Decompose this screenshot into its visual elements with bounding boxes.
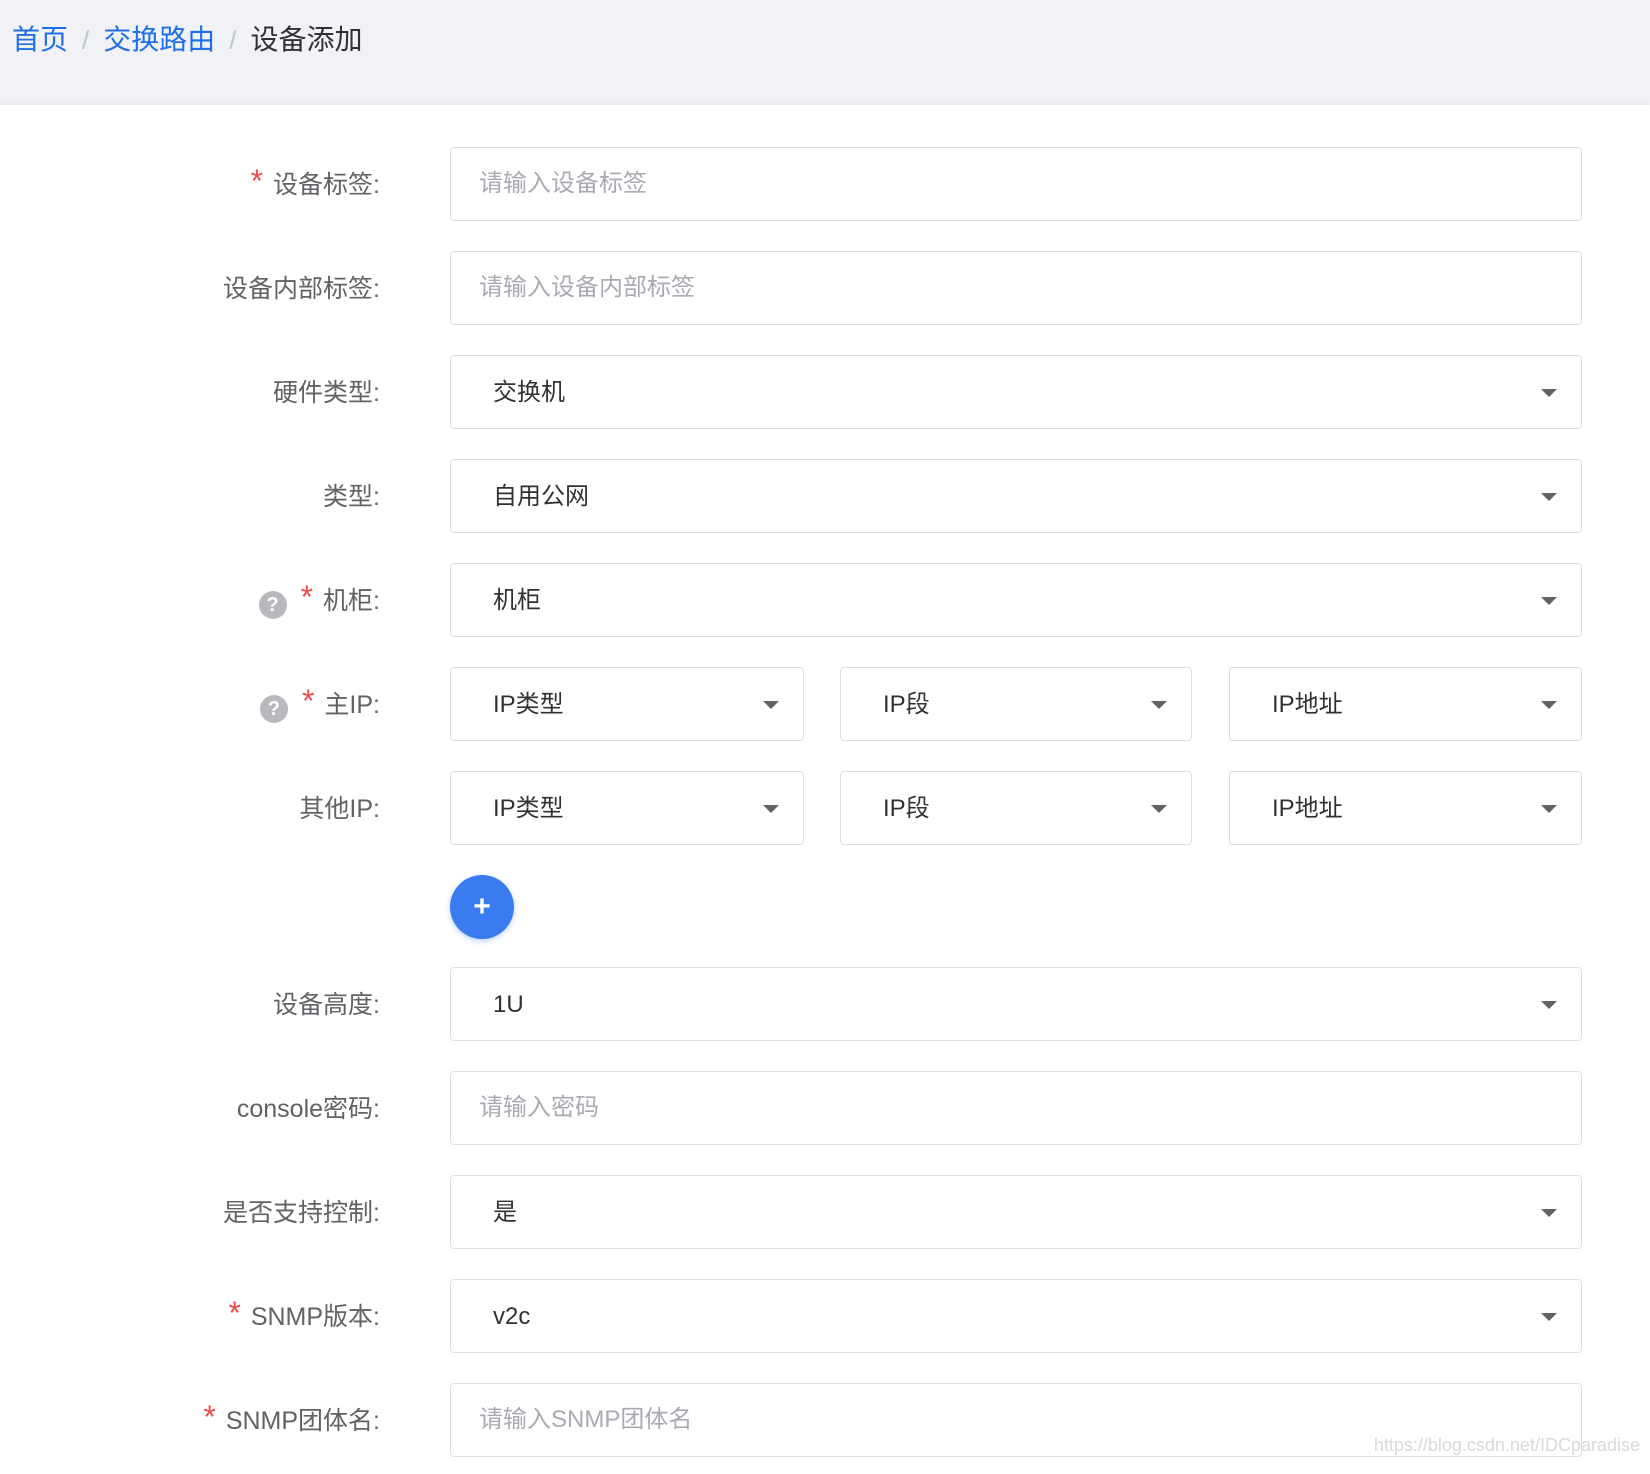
required-mark: * (300, 579, 314, 615)
row-internal-tag: 设备内部标签: (0, 251, 1650, 327)
plus-icon: + (473, 890, 491, 923)
device-height-label-text: 设备高度: (273, 991, 380, 1019)
snmp-version-select[interactable]: v2c (450, 1279, 1582, 1353)
support-control-select[interactable]: 是 (450, 1175, 1582, 1249)
main-ip-label-text: 主IP: (324, 691, 380, 719)
cabinet-select[interactable]: 机柜 (450, 563, 1582, 637)
cabinet-value: 机柜 (493, 587, 541, 614)
question-icon[interactable]: ? (258, 591, 287, 619)
device-tag-field[interactable] (450, 147, 1582, 221)
add-ip-button[interactable]: + (450, 875, 514, 939)
snmp-version-label-text: SNMP版本: (250, 1303, 380, 1331)
support-control-value: 是 (493, 1199, 517, 1226)
chevron-down-icon (1541, 493, 1557, 501)
chevron-down-icon (1151, 805, 1167, 813)
chevron-down-icon (1541, 805, 1557, 813)
chevron-down-icon (1541, 597, 1557, 605)
other-ip-label: 其他IP: (299, 791, 380, 827)
breadcrumb-home[interactable]: 首页 (12, 20, 68, 60)
breadcrumb-switch-routing[interactable]: 交换路由 (103, 20, 215, 60)
chevron-down-icon (1541, 389, 1557, 397)
device-tag-input[interactable] (451, 148, 1581, 220)
breadcrumb: 首页 / 交换路由 / 设备添加 (12, 20, 363, 60)
device-tag-label: * 设备标签: (250, 163, 380, 203)
console-password-label: console密码: (237, 1091, 380, 1127)
type-label-text: 类型: (323, 483, 380, 511)
type-label: 类型: (323, 479, 380, 515)
top-bar: 首页 / 交换路由 / 设备添加 (0, 0, 1650, 105)
other-ip-type-value: IP类型 (493, 795, 564, 822)
console-password-input[interactable] (451, 1072, 1581, 1144)
row-main-ip: ? * 主IP: IP类型 IP段 IP地址 (0, 667, 1650, 743)
breadcrumb-separator: / (229, 25, 237, 55)
device-height-label: 设备高度: (273, 987, 380, 1023)
row-hardware-type: 硬件类型: 交换机 (0, 355, 1650, 431)
console-password-label-text: console密码: (236, 1095, 380, 1123)
cabinet-label-text: 机柜: (323, 587, 380, 615)
internal-tag-input[interactable] (451, 252, 1581, 324)
main-ip-segment-value: IP段 (883, 691, 930, 718)
chevron-down-icon (1541, 1209, 1557, 1217)
support-control-label: 是否支持控制: (223, 1195, 380, 1231)
row-cabinet: ? * 机柜: 机柜 (0, 563, 1650, 639)
chevron-down-icon (763, 701, 779, 709)
other-ip-address-select[interactable]: IP地址 (1229, 771, 1582, 845)
internal-tag-label: 设备内部标签: (223, 271, 380, 307)
other-ip-segment-select[interactable]: IP段 (840, 771, 1192, 845)
row-type: 类型: 自用公网 (0, 459, 1650, 535)
internal-tag-field[interactable] (450, 251, 1582, 325)
required-mark: * (203, 1399, 216, 1435)
device-height-select[interactable]: 1U (450, 967, 1582, 1041)
required-mark: * (301, 683, 315, 719)
other-ip-segment-value: IP段 (883, 795, 930, 822)
type-select[interactable]: 自用公网 (450, 459, 1582, 533)
hardware-type-select[interactable]: 交换机 (450, 355, 1582, 429)
chevron-down-icon (763, 805, 779, 813)
breadcrumb-current: 设备添加 (250, 24, 363, 55)
row-device-height: 设备高度: 1U (0, 967, 1650, 1043)
question-icon[interactable]: ? (259, 695, 288, 723)
snmp-version-value: v2c (493, 1303, 531, 1330)
console-password-field[interactable] (450, 1071, 1582, 1145)
main-ip-address-value: IP地址 (1272, 691, 1343, 718)
chevron-down-icon (1541, 1313, 1557, 1321)
row-support-control: 是否支持控制: 是 (0, 1175, 1650, 1251)
chevron-down-icon (1541, 1001, 1557, 1009)
row-console-password: console密码: (0, 1071, 1650, 1147)
hardware-type-label: 硬件类型: (273, 375, 380, 411)
device-tag-label-text: 设备标签: (273, 171, 380, 199)
snmp-community-label: * SNMP团体名: (203, 1399, 380, 1439)
device-height-value: 1U (493, 991, 524, 1018)
chevron-down-icon (1541, 701, 1557, 709)
hardware-type-label-text: 硬件类型: (273, 379, 380, 407)
hardware-type-value: 交换机 (493, 379, 565, 406)
cabinet-label: ? * 机柜: (258, 579, 380, 619)
main-ip-type-select[interactable]: IP类型 (450, 667, 804, 741)
main-ip-label: ? * 主IP: (259, 683, 380, 723)
internal-tag-label-text: 设备内部标签: (223, 275, 380, 303)
form-panel: * 设备标签: 设备内部标签: 硬件类型: 交换机 类型: 自用公网 (0, 105, 1650, 1474)
main-ip-address-select[interactable]: IP地址 (1229, 667, 1582, 741)
main-ip-type-value: IP类型 (493, 691, 564, 718)
row-other-ip: 其他IP: IP类型 IP段 IP地址 (0, 771, 1650, 847)
snmp-community-label-text: SNMP团体名: (225, 1407, 380, 1435)
breadcrumb-separator: / (82, 25, 90, 55)
main-ip-segment-select[interactable]: IP段 (840, 667, 1192, 741)
type-value: 自用公网 (493, 483, 589, 510)
chevron-down-icon (1151, 701, 1167, 709)
other-ip-type-select[interactable]: IP类型 (450, 771, 804, 845)
required-mark: * (250, 163, 264, 199)
support-control-label-text: 是否支持控制: (223, 1199, 380, 1227)
snmp-version-label: * SNMP版本: (228, 1295, 380, 1335)
watermark: https://blog.csdn.net/IDCparadise (1373, 1435, 1640, 1455)
other-ip-address-value: IP地址 (1272, 795, 1343, 822)
other-ip-label-text: 其他IP: (299, 795, 380, 823)
row-device-tag: * 设备标签: (0, 147, 1650, 223)
required-mark: * (228, 1295, 241, 1331)
row-snmp-version: * SNMP版本: v2c (0, 1279, 1650, 1355)
